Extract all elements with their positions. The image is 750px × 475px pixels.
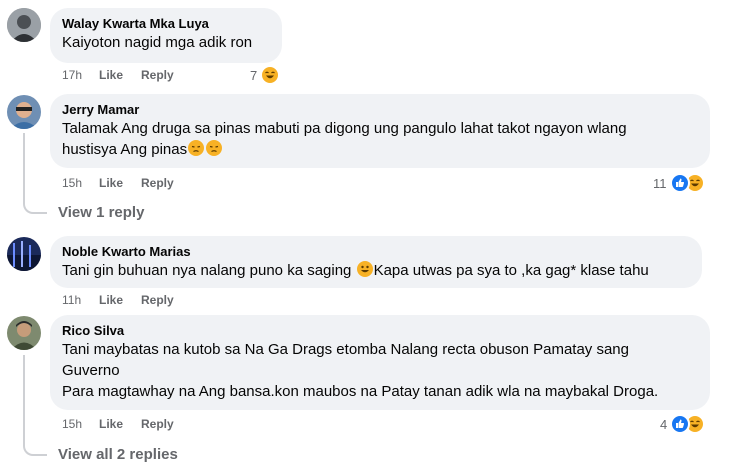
like-button[interactable]: Like — [99, 292, 123, 308]
comment-actions: 11h Like Reply — [62, 292, 262, 308]
thumbs-up-icon — [669, 173, 690, 193]
thumbs-up-icon — [670, 414, 691, 434]
reaction-summary[interactable]: 4 — [660, 413, 706, 435]
comment-bubble: Walay Kwarta Mka Luya Kaiyoton nagid mga… — [50, 8, 282, 63]
comment-text-line: Guverno — [62, 362, 120, 379]
like-button[interactable]: Like — [99, 416, 123, 432]
reply-button[interactable]: Reply — [141, 416, 174, 432]
reaction-count: 4 — [660, 416, 668, 432]
comment-timestamp[interactable]: 17h — [62, 67, 82, 83]
thread-line — [23, 355, 25, 440]
comment-text-line: Para magtawhay na Ang bansa.kon maubos n… — [62, 383, 659, 400]
thread-line — [23, 133, 25, 197]
comment-bubble: Noble Kwarto Marias Tani gin buhuan nya … — [50, 236, 702, 288]
comment-bubble: Jerry Mamar Talamak Ang druga sa pinas m… — [50, 94, 710, 168]
view-replies-link[interactable]: View all 2 replies — [58, 446, 178, 463]
comment-text: Tani gin buhuan nya nalang puno ka sagin… — [62, 262, 352, 279]
comment-text-line: hustisya Ang pinas — [62, 141, 188, 158]
comment-author[interactable]: Walay Kwarta Mka Luya — [62, 15, 270, 32]
pensive-face-icon — [188, 140, 205, 156]
comment-timestamp[interactable]: 15h — [62, 416, 82, 432]
comment-text: Kaiyoton nagid mga adik ron — [62, 34, 253, 51]
comment-actions: 15h Like Reply — [62, 175, 262, 191]
comment-author[interactable]: Noble Kwarto Marias — [62, 243, 690, 260]
comment-text: Kapa utwas pa sya to ,ka gag* klase tahu — [373, 262, 649, 279]
reply-button[interactable]: Reply — [141, 175, 174, 191]
reaction-summary[interactable]: 11 — [653, 172, 705, 194]
reaction-summary[interactable]: 7 — [250, 64, 281, 86]
comment-text-line: Talamak Ang druga sa pinas mabuti pa dig… — [62, 120, 627, 137]
comment-timestamp[interactable]: 11h — [62, 292, 81, 308]
grinning-face-icon — [356, 261, 373, 277]
avatar[interactable] — [7, 95, 41, 129]
like-button[interactable]: Like — [99, 67, 123, 83]
comment-timestamp[interactable]: 15h — [62, 175, 82, 191]
comment-author[interactable]: Rico Silva — [62, 322, 698, 339]
avatar[interactable] — [7, 237, 41, 271]
comment-text-line: Tani maybatas na kutob sa Na Ga Drags et… — [62, 341, 629, 358]
comment-actions: 15h Like Reply — [62, 416, 262, 432]
reply-button[interactable]: Reply — [141, 292, 174, 308]
avatar[interactable] — [7, 8, 41, 42]
view-replies-link[interactable]: View 1 reply — [58, 204, 144, 221]
laughing-face-icon — [260, 65, 281, 85]
thread-connector — [23, 440, 47, 456]
reaction-count: 7 — [250, 67, 258, 83]
like-button[interactable]: Like — [99, 175, 123, 191]
pensive-face-icon — [206, 140, 223, 156]
reply-button[interactable]: Reply — [141, 67, 174, 83]
comment-bubble: Rico Silva Tani maybatas na kutob sa Na … — [50, 315, 710, 410]
avatar[interactable] — [7, 316, 41, 350]
reaction-count: 11 — [653, 175, 667, 191]
comment-actions: 17h Like Reply — [62, 67, 262, 83]
comment-author[interactable]: Jerry Mamar — [62, 101, 698, 118]
thread-connector — [23, 197, 47, 214]
